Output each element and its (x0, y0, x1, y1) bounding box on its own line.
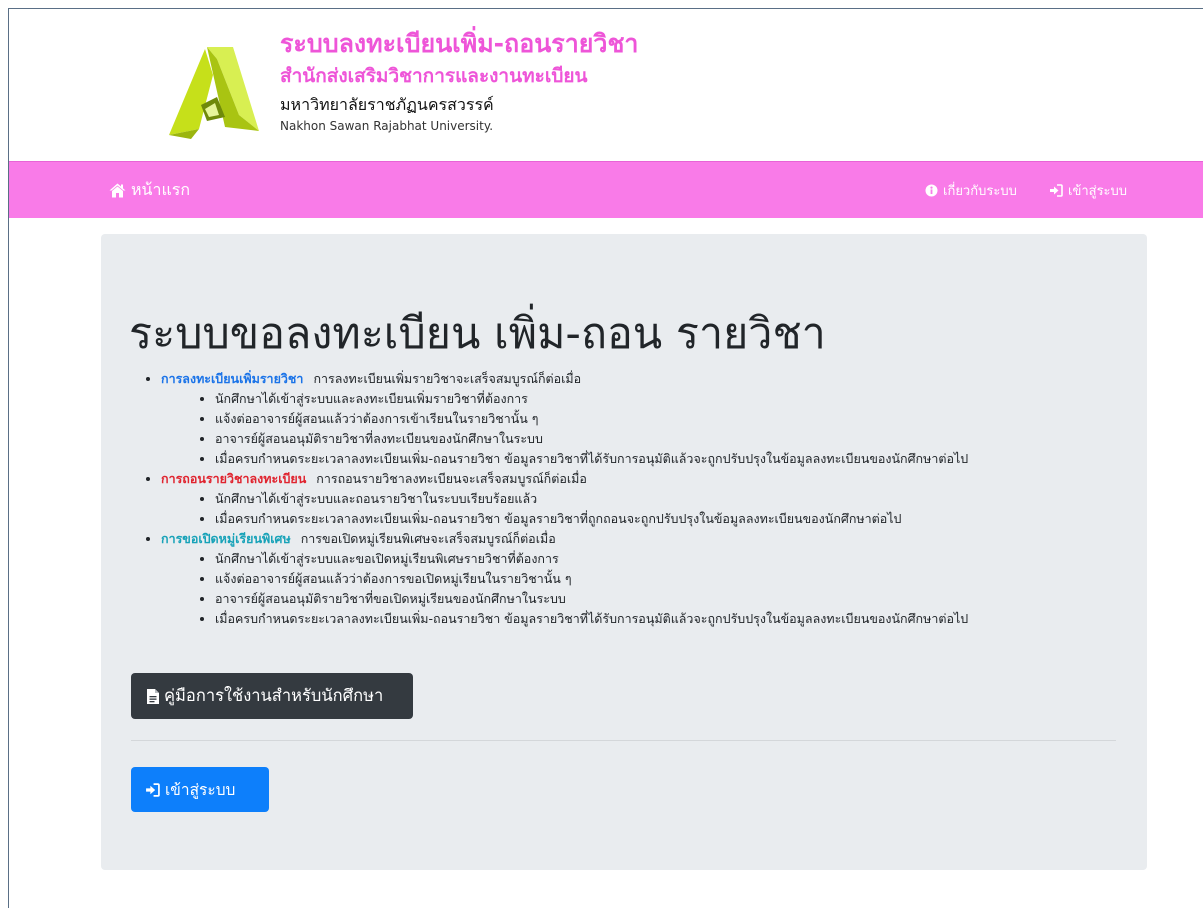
sign-in-icon (146, 782, 160, 797)
list-item: นักศึกษาได้เข้าสู่ระบบและขอเปิดหมู่เรียน… (215, 549, 1141, 569)
university-name-th: มหาวิทยาลัยราชภัฏนครสวรรค์ (280, 95, 494, 114)
nav-home-link[interactable]: หน้าแรก (109, 162, 190, 218)
section-add-course: การลงทะเบียนเพิ่มรายวิชา การลงทะเบียนเพิ่… (161, 369, 1141, 469)
instructions: การลงทะเบียนเพิ่มรายวิชา การลงทะเบียนเพิ่… (141, 369, 1141, 629)
file-icon (147, 688, 159, 704)
nav-about-link[interactable]: เกี่ยวกับระบบ (925, 162, 1017, 218)
section-title: การถอนรายวิชาลงทะเบียน (161, 471, 307, 486)
home-icon (109, 183, 126, 197)
system-title: ระบบลงทะเบียนเพิ่ม-ถอนรายวิชา (280, 29, 639, 58)
list-item: เมื่อครบกำหนดระยะเวลาลงทะเบียนเพิ่ม-ถอนร… (215, 449, 1141, 469)
list-item: อาจารย์ผู้สอนอนุมัติรายวิชาที่ลงทะเบียนข… (215, 429, 1141, 449)
student-manual-button[interactable]: คู่มือการใช้งานสำหรับนักศึกษา (131, 673, 413, 719)
nav-login-link[interactable]: เข้าสู่ระบบ (1049, 162, 1127, 218)
list-item: เมื่อครบกำหนดระยะเวลาลงทะเบียนเพิ่ม-ถอนร… (215, 509, 1141, 529)
page-title: ระบบขอลงทะเบียน เพิ่ม-ถอน รายวิชา (129, 309, 826, 359)
steps-list: นักศึกษาได้เข้าสู่ระบบและลงทะเบียนเพิ่มร… (161, 389, 1141, 469)
divider (131, 740, 1116, 741)
list-item: อาจารย์ผู้สอนอนุมัติรายวิชาที่ขอเปิดหมู่… (215, 589, 1141, 609)
nav-home-label: หน้าแรก (131, 179, 191, 199)
steps-list: นักศึกษาได้เข้าสู่ระบบและถอนรายวิชาในระบ… (161, 489, 1141, 529)
section-title: การขอเปิดหมู่เรียนพิเศษ (161, 531, 291, 546)
section-description: การลงทะเบียนเพิ่มรายวิชาจะเสร็จสมบูรณ์ก็… (313, 371, 582, 386)
manual-button-label: คู่มือการใช้งานสำหรับนักศึกษา (164, 686, 384, 705)
page-frame: ระบบลงทะเบียนเพิ่ม-ถอนรายวิชา สำนักส่งเส… (8, 8, 1203, 908)
main-navbar: หน้าแรก เกี่ยวกับระบบ เข้าสู่ระบบ (9, 161, 1203, 218)
sign-in-icon (1050, 183, 1063, 197)
section-special-section: การขอเปิดหมู่เรียนพิเศษ การขอเปิดหมู่เรีย… (161, 529, 1141, 629)
section-description: การขอเปิดหมู่เรียนพิเศษจะเสร็จสมบูรณ์ก็ต… (300, 531, 556, 546)
info-circle-icon (925, 184, 938, 196)
list-item: แจ้งต่ออาจารย์ผู้สอนแล้วว่าต้องการขอเปิด… (215, 569, 1141, 589)
section-drop-course: การถอนรายวิชาลงทะเบียน การถอนรายวิชาลงทะเ… (161, 469, 1141, 529)
section-description: การถอนรายวิชาลงทะเบียนจะเสร็จสมบูรณ์ก็ต่… (316, 471, 587, 486)
sections-list: การลงทะเบียนเพิ่มรายวิชา การลงทะเบียนเพิ่… (141, 369, 1141, 629)
list-item: เมื่อครบกำหนดระยะเวลาลงทะเบียนเพิ่ม-ถอนร… (215, 609, 1141, 629)
nav-about-label: เกี่ยวกับระบบ (943, 183, 1017, 199)
university-name-en: Nakhon Sawan Rajabhat University. (280, 119, 494, 133)
login-button[interactable]: เข้าสู่ระบบ (131, 767, 269, 812)
login-button-label: เข้าสู่ระบบ (165, 781, 236, 799)
nav-login-label: เข้าสู่ระบบ (1068, 183, 1128, 199)
steps-list: นักศึกษาได้เข้าสู่ระบบและขอเปิดหมู่เรียน… (161, 549, 1141, 629)
section-title: การลงทะเบียนเพิ่มรายวิชา (161, 371, 304, 386)
university-logo-icon (169, 47, 259, 139)
jumbotron: ระบบขอลงทะเบียน เพิ่ม-ถอน รายวิชา การลงท… (101, 234, 1147, 870)
site-header: ระบบลงทะเบียนเพิ่ม-ถอนรายวิชา สำนักส่งเส… (9, 9, 1203, 162)
list-item: นักศึกษาได้เข้าสู่ระบบและลงทะเบียนเพิ่มร… (215, 389, 1141, 409)
list-item: แจ้งต่ออาจารย์ผู้สอนแล้วว่าต้องการเข้าเร… (215, 409, 1141, 429)
office-name: สำนักส่งเสริมวิชาการและงานทะเบียน (280, 65, 588, 87)
list-item: นักศึกษาได้เข้าสู่ระบบและถอนรายวิชาในระบ… (215, 489, 1141, 509)
